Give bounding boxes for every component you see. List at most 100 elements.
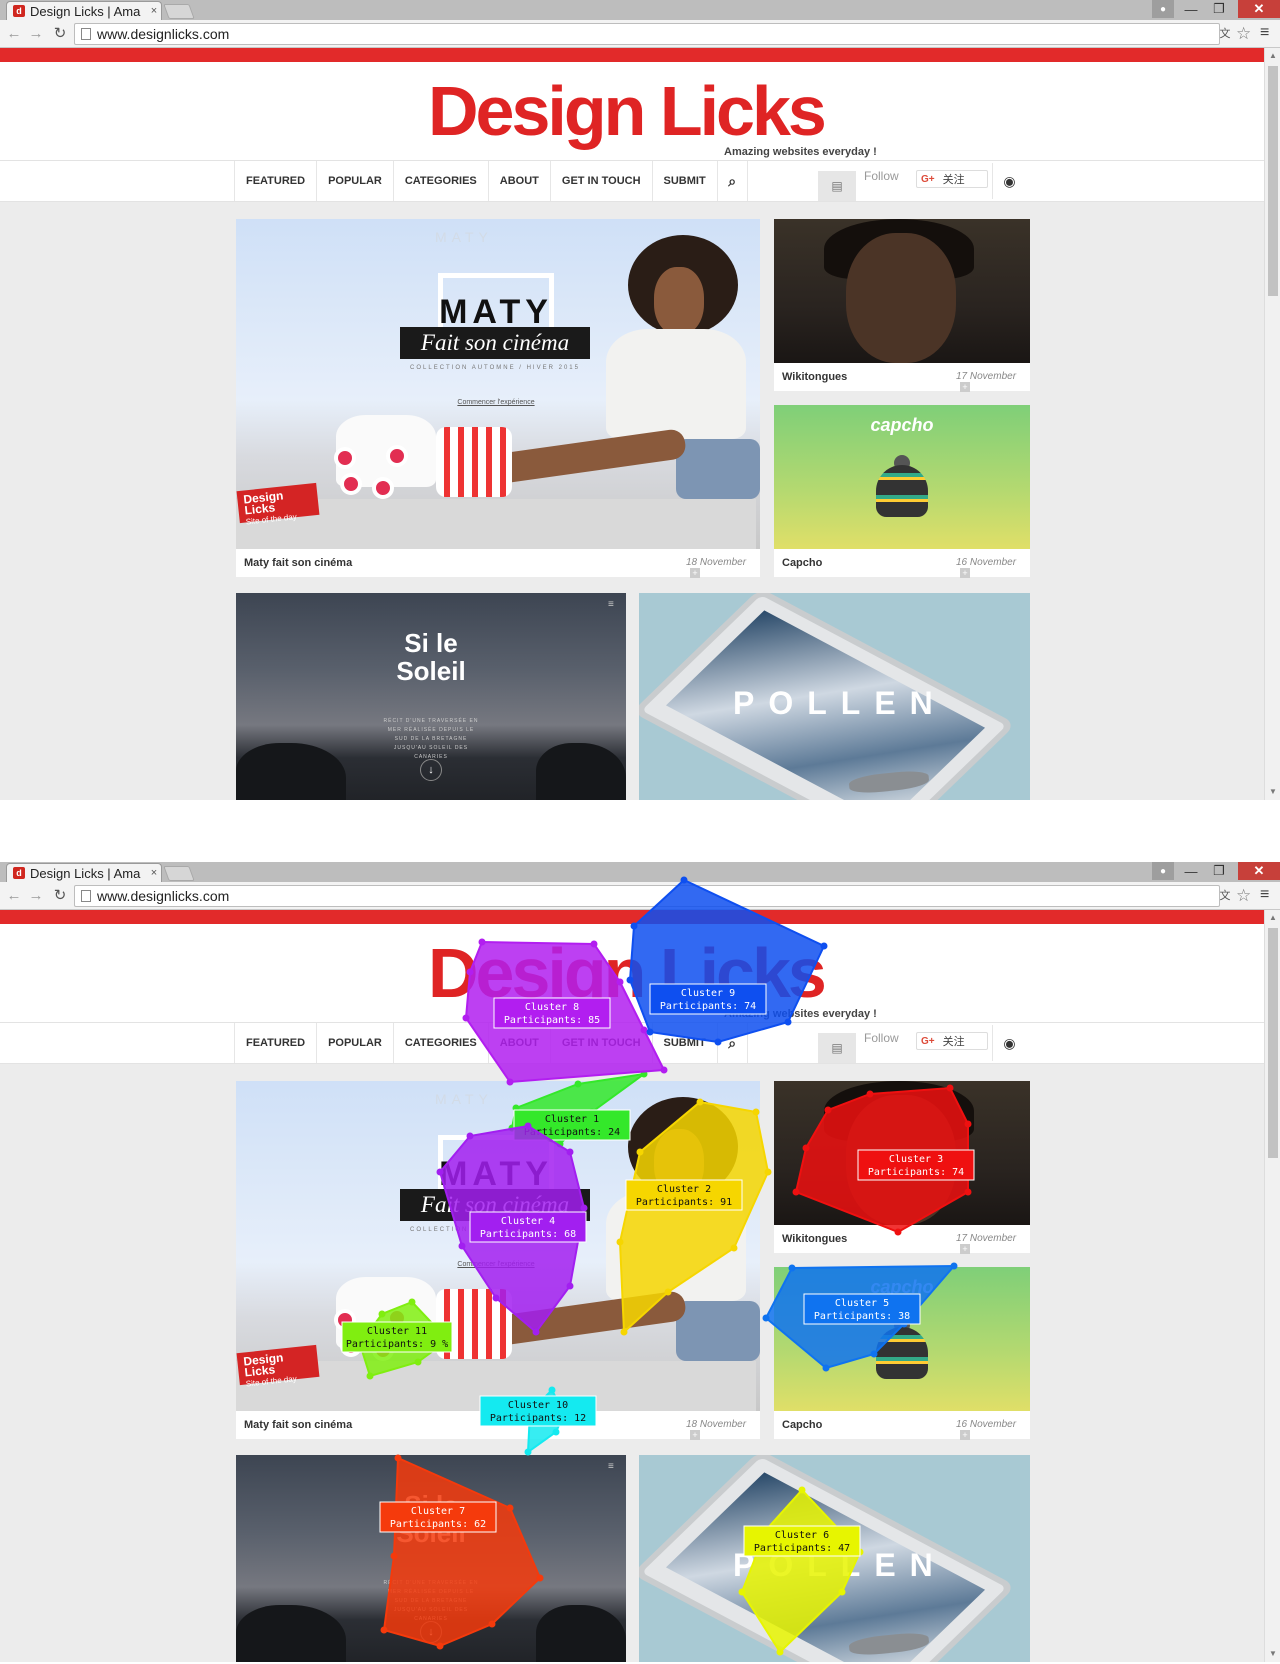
post-card-maty[interactable]: MATY MATY Fait son cinéma COLLECTION AUT… — [236, 219, 760, 578]
forward-arrow-icon[interactable]: → — [26, 24, 46, 44]
post-thumbnail-capcho[interactable]: capcho — [774, 405, 1030, 549]
browser-tab[interactable]: d Design Licks | Ama × — [6, 863, 162, 882]
minimize-button[interactable]: — — [1178, 862, 1204, 880]
scrollbar-thumb[interactable] — [1268, 66, 1278, 296]
nav-submit[interactable]: SUBMIT — [653, 161, 718, 201]
post-title-wikitongues[interactable]: Wikitongues — [782, 371, 847, 383]
post-thumbnail-pollen[interactable]: POLLEN — [639, 1455, 1030, 1662]
nav-about[interactable]: ABOUT — [489, 161, 551, 201]
scroll-down-arrow-icon[interactable]: ▼ — [1265, 1648, 1280, 1660]
post-thumbnail-si-le-soleil[interactable]: Si le Soleil RÉCIT D'UNE TRAVERSÉE EN MER… — [236, 593, 626, 800]
plus-icon[interactable]: + — [690, 568, 700, 578]
nav-featured[interactable]: FEATURED — [235, 161, 318, 201]
rss-icon[interactable]: ◉ — [992, 1025, 1026, 1061]
post-card-capcho[interactable]: capcho Capcho 16 November+ — [774, 405, 1030, 578]
bookmark-star-icon[interactable]: ☆ — [1236, 886, 1251, 906]
translate-icon[interactable]: 文 — [1218, 889, 1232, 903]
nav-get-in-touch[interactable]: GET IN TOUCH — [551, 161, 653, 201]
plus-icon[interactable]: + — [960, 1244, 970, 1254]
post-thumbnail-wikitongues[interactable] — [774, 1081, 1030, 1225]
page-scrollbar[interactable]: ▲ ▼ — [1264, 48, 1280, 800]
plus-icon[interactable]: + — [960, 568, 970, 578]
post-thumbnail-wikitongues[interactable] — [774, 219, 1030, 363]
hamburger-menu-icon[interactable]: ≡ — [608, 599, 614, 610]
scrollbar-thumb[interactable] — [1268, 928, 1278, 1158]
reload-icon[interactable]: ↻ — [50, 886, 70, 906]
nav-featured[interactable]: FEATURED — [235, 1023, 318, 1063]
address-bar[interactable]: www.designlicks.com — [74, 23, 1220, 45]
maty-link[interactable]: Commencer l'expérience — [436, 1261, 556, 1268]
profile-user-icon[interactable]: ● — [1152, 0, 1174, 18]
plus-icon[interactable]: + — [960, 382, 970, 392]
translate-icon[interactable]: 文 — [1218, 27, 1232, 41]
nav-categories[interactable]: CATEGORIES — [394, 161, 489, 201]
profile-user-icon[interactable]: ● — [1152, 862, 1174, 880]
google-plus-follow-button[interactable]: G+ 关注 — [916, 170, 988, 188]
minimize-button[interactable]: — — [1178, 0, 1204, 18]
google-plus-follow-button[interactable]: G+ 关注 — [916, 1032, 988, 1050]
post-card-si-le-soleil[interactable]: Si le Soleil RÉCIT D'UNE TRAVERSÉE EN MER… — [236, 1455, 626, 1662]
browser-tab[interactable]: d Design Licks | Ama × — [6, 1, 162, 20]
nav-about[interactable]: ABOUT — [489, 1023, 551, 1063]
close-window-button[interactable]: ✕ — [1238, 0, 1280, 18]
hamburger-menu-icon[interactable]: ≡ — [608, 1461, 614, 1472]
maximize-button[interactable]: ❐ — [1206, 862, 1232, 880]
page-viewport: Design Licks Amazing websites everyday !… — [0, 48, 1264, 800]
down-arrow-icon[interactable]: ↓ — [420, 759, 442, 781]
post-title-wikitongues[interactable]: Wikitongues — [782, 1233, 847, 1245]
plus-icon[interactable]: + — [960, 1430, 970, 1440]
tab-close-icon[interactable]: × — [147, 867, 161, 879]
page-scrollbar[interactable]: ▲ ▼ — [1264, 910, 1280, 1662]
post-card-pollen[interactable]: POLLEN — [639, 593, 1030, 800]
post-card-capcho[interactable]: capcho Capcho 16 November+ — [774, 1267, 1030, 1440]
back-arrow-icon[interactable]: ← — [4, 24, 24, 44]
post-title-maty[interactable]: Maty fait son cinéma — [244, 557, 352, 569]
browser-menu-icon[interactable]: ≡ — [1260, 24, 1269, 42]
maximize-button[interactable]: ❐ — [1206, 0, 1232, 18]
bookmark-star-icon[interactable]: ☆ — [1236, 24, 1251, 44]
post-thumbnail-maty[interactable]: MATY MATY Fait son cinéma COLLECTION AUT… — [236, 1081, 760, 1411]
post-thumbnail-capcho[interactable]: capcho — [774, 1267, 1030, 1411]
search-icon[interactable]: ⌕ — [718, 161, 748, 201]
post-title-capcho[interactable]: Capcho — [782, 557, 822, 569]
new-tab-button[interactable] — [163, 4, 195, 19]
post-thumbnail-si-le-soleil[interactable]: Si le Soleil RÉCIT D'UNE TRAVERSÉE EN MER… — [236, 1455, 626, 1662]
reload-icon[interactable]: ↻ — [50, 24, 70, 44]
nav-categories[interactable]: CATEGORIES — [394, 1023, 489, 1063]
nav-get-in-touch[interactable]: GET IN TOUCH — [551, 1023, 653, 1063]
post-thumbnail-maty[interactable]: MATY MATY Fait son cinéma COLLECTION AUT… — [236, 219, 760, 549]
maty-link[interactable]: Commencer l'expérience — [436, 399, 556, 406]
soleil-title-line2: Soleil — [396, 1518, 466, 1548]
tab-title: Design Licks | Ama — [30, 865, 141, 881]
address-bar[interactable]: www.designlicks.com — [74, 885, 1220, 907]
rss-icon[interactable]: ◉ — [992, 163, 1026, 199]
post-card-wikitongues[interactable]: Wikitongues 17 November+ — [774, 219, 1030, 392]
post-card-maty[interactable]: MATY MATY Fait son cinéma COLLECTION AUT… — [236, 1081, 760, 1440]
google-plus-icon: G+ — [921, 173, 935, 185]
nav-submit[interactable]: SUBMIT — [653, 1023, 718, 1063]
post-title-capcho[interactable]: Capcho — [782, 1419, 822, 1431]
post-thumbnail-pollen[interactable]: POLLEN — [639, 593, 1030, 800]
plus-icon[interactable]: + — [690, 1430, 700, 1440]
post-card-pollen[interactable]: POLLEN — [639, 1455, 1030, 1662]
browser-menu-icon[interactable]: ≡ — [1260, 886, 1269, 904]
new-tab-button[interactable] — [163, 866, 195, 881]
post-title-maty[interactable]: Maty fait son cinéma — [244, 1419, 352, 1431]
nav-popular[interactable]: POPULAR — [317, 1023, 394, 1063]
post-card-si-le-soleil[interactable]: Si le Soleil RÉCIT D'UNE TRAVERSÉE EN MER… — [236, 593, 626, 800]
scroll-down-arrow-icon[interactable]: ▼ — [1265, 786, 1280, 798]
search-icon[interactable]: ⌕ — [718, 1023, 748, 1063]
back-arrow-icon[interactable]: ← — [4, 886, 24, 906]
site-logo[interactable]: Design Licks — [428, 932, 827, 1014]
down-arrow-icon[interactable]: ↓ — [420, 1621, 442, 1643]
scroll-up-arrow-icon[interactable]: ▲ — [1265, 912, 1280, 924]
close-window-button[interactable]: ✕ — [1238, 862, 1280, 880]
post-card-wikitongues[interactable]: Wikitongues 17 November+ — [774, 1081, 1030, 1254]
scroll-up-arrow-icon[interactable]: ▲ — [1265, 50, 1280, 62]
tab-close-icon[interactable]: × — [147, 5, 161, 17]
nav-popular[interactable]: POPULAR — [317, 161, 394, 201]
follow-badge-icon[interactable]: ▤ — [818, 1033, 856, 1063]
forward-arrow-icon[interactable]: → — [26, 886, 46, 906]
site-logo[interactable]: Design Licks — [428, 70, 827, 152]
follow-badge-icon[interactable]: ▤ — [818, 171, 856, 201]
